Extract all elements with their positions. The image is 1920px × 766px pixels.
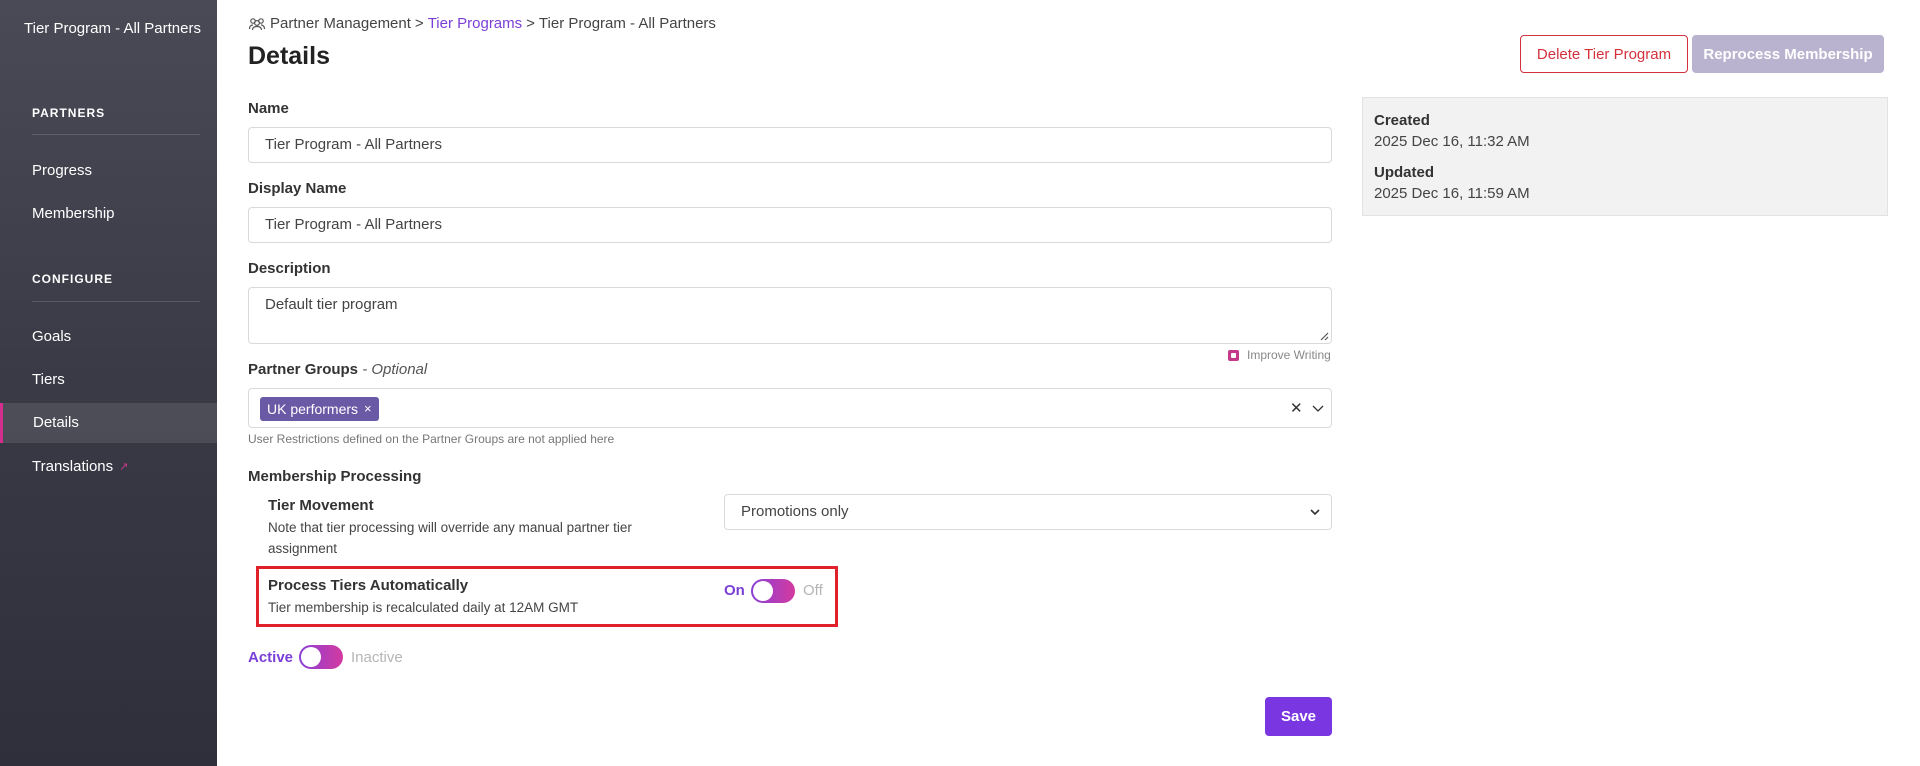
breadcrumb-root: Partner Management: [270, 15, 411, 32]
sidebar-divider: [32, 134, 200, 135]
sidebar-item-translations[interactable]: Translations ↗: [0, 447, 217, 487]
partner-group-chip: UK performers ×: [260, 397, 379, 421]
sidebar-item-membership[interactable]: Membership: [0, 194, 217, 234]
breadcrumb-separator: >: [414, 15, 424, 32]
sidebar-item-goals[interactable]: Goals: [0, 317, 217, 357]
description-text: Default tier program: [265, 296, 398, 313]
optional-label: - Optional: [362, 361, 428, 378]
remove-chip-icon[interactable]: ×: [364, 397, 372, 421]
sidebar-section-partners: PARTNERS: [32, 106, 106, 120]
process-tiers-toggle[interactable]: [751, 579, 795, 603]
display-name-input[interactable]: Tier Program - All Partners: [248, 207, 1332, 243]
updated-label: Updated: [1374, 164, 1434, 181]
delete-tier-program-button[interactable]: Delete Tier Program: [1520, 35, 1688, 73]
sidebar-section-configure: CONFIGURE: [32, 272, 113, 286]
clear-selection-icon[interactable]: ✕: [1290, 399, 1303, 417]
display-name-label: Display Name: [248, 180, 347, 197]
breadcrumb-current: Tier Program - All Partners: [538, 15, 716, 32]
breadcrumb-separator: >: [526, 15, 535, 32]
external-link-icon: ↗: [119, 461, 129, 473]
tier-movement-select[interactable]: Promotions only: [724, 494, 1332, 530]
users-icon: [248, 18, 266, 31]
process-tiers-label: Process Tiers Automatically: [268, 577, 469, 594]
sidebar-item-tiers[interactable]: Tiers: [0, 360, 217, 400]
chevron-down-icon: [1310, 509, 1320, 516]
partner-groups-select[interactable]: UK performers × ✕: [248, 388, 1332, 428]
description-label: Description: [248, 260, 331, 277]
membership-processing-label: Membership Processing: [248, 468, 422, 485]
updated-value: 2025 Dec 16, 11:59 AM: [1374, 185, 1530, 202]
process-tiers-description: Tier membership is recalculated daily at…: [268, 600, 579, 615]
created-value: 2025 Dec 16, 11:32 AM: [1374, 133, 1530, 150]
chevron-down-icon[interactable]: [1311, 401, 1325, 415]
created-label: Created: [1374, 112, 1430, 129]
chip-label: UK performers: [267, 401, 359, 417]
info-panel: Created 2025 Dec 16, 11:32 AM Updated 20…: [1362, 97, 1888, 216]
toggle-knob: [301, 647, 321, 667]
reprocess-membership-button[interactable]: Reprocess Membership: [1692, 35, 1884, 73]
description-textarea[interactable]: Default tier program: [248, 287, 1332, 344]
toggle-knob: [753, 581, 773, 601]
tier-movement-description: Note that tier processing will override …: [268, 520, 632, 556]
name-label: Name: [248, 100, 289, 117]
breadcrumb-link-tier-programs[interactable]: Tier Programs: [428, 14, 522, 34]
partner-groups-label-text: Partner Groups: [248, 361, 359, 378]
sidebar: Tier Program - All Partners PARTNERS Pro…: [0, 0, 217, 766]
partner-groups-hint: User Restrictions defined on the Partner…: [248, 432, 615, 446]
active-toggle[interactable]: [299, 645, 343, 669]
resize-handle-icon[interactable]: [1319, 331, 1329, 341]
sidebar-item-progress[interactable]: Progress: [0, 151, 217, 191]
tier-movement-value: Promotions only: [741, 503, 849, 520]
active-label: Active: [248, 649, 294, 666]
sidebar-item-details[interactable]: Details: [0, 403, 217, 443]
name-input[interactable]: Tier Program - All Partners: [248, 127, 1332, 163]
improve-writing-label: Improve Writing: [1247, 348, 1331, 362]
process-tiers-on-label: On: [724, 582, 745, 599]
sidebar-title: Tier Program - All Partners: [24, 20, 201, 37]
save-button[interactable]: Save: [1265, 697, 1332, 736]
ai-writing-icon: [1228, 349, 1239, 361]
partner-groups-label: Partner Groups - Optional: [248, 361, 427, 378]
inactive-label: Inactive: [351, 649, 403, 666]
sidebar-divider: [32, 301, 200, 302]
sidebar-item-label: Translations: [32, 458, 114, 475]
process-tiers-off-label: Off: [803, 582, 823, 599]
breadcrumb: Partner Management > Tier Programs > Tie…: [248, 14, 716, 34]
page-title: Details: [248, 42, 330, 70]
tier-movement-label: Tier Movement: [268, 497, 374, 514]
improve-writing-button[interactable]: Improve Writing: [1228, 348, 1331, 362]
